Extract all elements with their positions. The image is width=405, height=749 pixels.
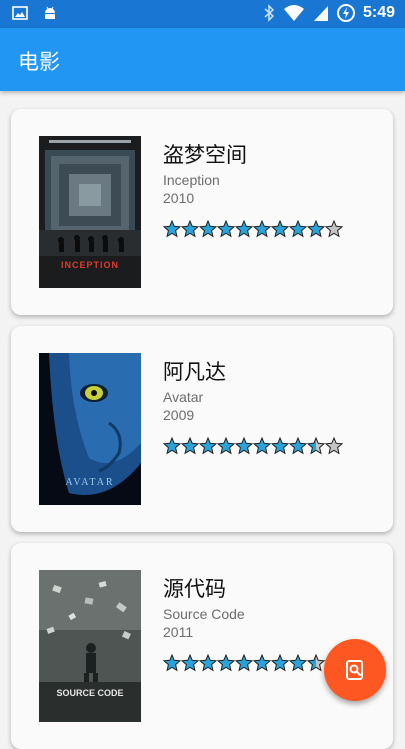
star-icon (307, 220, 325, 238)
movie-title-cn: 盗梦空间 (163, 143, 247, 167)
star-icon (307, 654, 325, 672)
movie-title-en: Avatar (163, 389, 204, 405)
star-icon (217, 654, 235, 672)
movie-card[interactable]: AVATAR 阿凡达 Avatar 2009 (11, 326, 393, 532)
movie-year: 2010 (163, 190, 195, 206)
star-icon (253, 437, 271, 455)
star-icon (181, 220, 199, 238)
poster-title: INCEPTION (60, 260, 119, 270)
star-icon (235, 220, 253, 238)
star-icon (199, 220, 217, 238)
star-icon (271, 654, 289, 672)
movie-title-cn: 阿凡达 (163, 360, 226, 384)
poster-title: AVATAR (65, 477, 115, 488)
movie-poster: SOURCE CODE (39, 570, 141, 722)
signal-icon (313, 6, 328, 21)
star-icon (289, 437, 307, 455)
movie-poster: AVATAR (39, 353, 141, 505)
poster-title: SOURCE CODE (56, 688, 124, 698)
movie-poster: INCEPTION (39, 136, 141, 288)
star-icon (181, 437, 199, 455)
search-fab[interactable] (324, 639, 386, 701)
status-bar: 5:49 (0, 0, 405, 28)
battery-icon (336, 4, 355, 22)
star-icon (289, 654, 307, 672)
image-icon (12, 6, 28, 20)
star-icon (199, 654, 217, 672)
star-icon (307, 437, 325, 455)
android-icon (45, 6, 55, 19)
star-icon (271, 220, 289, 238)
app-bar: 电影 (0, 28, 405, 91)
rating-stars (163, 437, 343, 455)
star-icon (325, 437, 343, 455)
star-icon (289, 220, 307, 238)
movie-title-en: Inception (163, 172, 220, 188)
search-icon (346, 660, 363, 680)
wifi-icon (283, 5, 304, 21)
movie-year: 2011 (163, 624, 194, 640)
star-icon (163, 654, 181, 672)
status-time: 5:49 (362, 4, 395, 21)
movie-title-cn: 源代码 (163, 577, 226, 601)
movie-title-en: Source Code (163, 606, 245, 622)
star-icon (217, 437, 235, 455)
star-icon (217, 220, 235, 238)
star-icon (199, 437, 217, 455)
star-icon (163, 220, 181, 238)
star-icon (325, 220, 343, 238)
movie-card[interactable]: INCEPTION 盗梦空间 Inception 2010 (11, 109, 393, 315)
star-icon (235, 437, 253, 455)
star-icon (235, 654, 253, 672)
bluetooth-icon (264, 4, 275, 22)
star-icon (253, 220, 271, 238)
star-icon (163, 437, 181, 455)
rating-stars (163, 654, 343, 672)
rating-stars (163, 220, 343, 238)
page-title: 电影 (18, 50, 60, 74)
star-icon (253, 654, 271, 672)
star-icon (271, 437, 289, 455)
movie-year: 2009 (163, 407, 195, 423)
star-icon (181, 654, 199, 672)
